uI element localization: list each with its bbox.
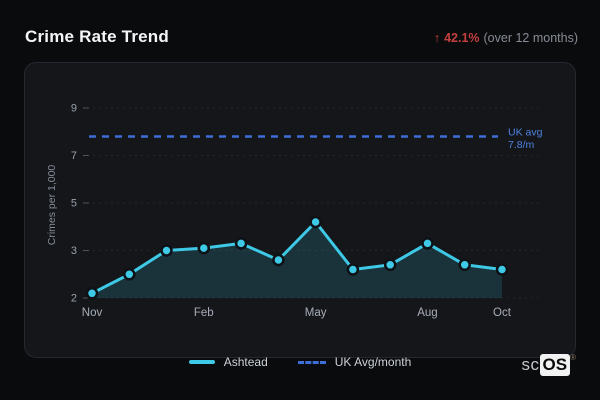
svg-text:3: 3: [71, 245, 77, 257]
scos-logo: sc OS ®: [521, 352, 576, 376]
legend-item-uk-avg[interactable]: UK Avg/month: [297, 355, 412, 369]
trend-stat: ↑ 42.1% (over 12 months): [434, 31, 578, 45]
page-title: Crime Rate Trend: [25, 27, 169, 46]
trend-up-arrow-icon: ↑: [433, 31, 441, 45]
svg-text:UK avg7.8/m: UK avg 7.8/m: [508, 127, 543, 152]
trend-value: 42.1%: [444, 31, 480, 45]
trend-caption: (over 12 months): [483, 31, 578, 45]
svg-text:Oct: Oct: [493, 307, 512, 319]
legend-label: Ashtead: [223, 355, 268, 369]
legend-item-ashtead[interactable]: Ashtead: [188, 355, 268, 369]
logo-prefix-text: sc: [521, 355, 540, 374]
trend-chart-svg[interactable]: 2 3 5 7 9 Nov Feb May Aug Oct Crimes per 1,000 UK a…: [25, 63, 577, 359]
svg-text:9: 9: [71, 103, 77, 115]
svg-text:5: 5: [71, 198, 77, 210]
legend-label: UK Avg/month: [334, 355, 412, 369]
registered-mark-icon: ®: [570, 352, 576, 362]
svg-text:Aug: Aug: [417, 307, 437, 319]
chart-legend: Ashtead UK Avg/month: [0, 355, 600, 369]
logo-box-text: OS: [539, 354, 571, 376]
dashed-line-swatch-icon: [297, 360, 326, 364]
crime-trend-chart-card: 2 3 5 7 9 Nov Feb May Aug Oct Crimes per 1,000 UK a…: [24, 62, 576, 358]
solid-line-swatch-icon: [188, 360, 215, 364]
svg-text:May: May: [305, 307, 327, 319]
svg-text:Nov: Nov: [82, 307, 103, 319]
svg-text:7: 7: [71, 150, 77, 162]
svg-text:Feb: Feb: [194, 307, 214, 319]
svg-text:Crimes per 1,000: Crimes per 1,000: [46, 165, 58, 246]
svg-text:2: 2: [71, 293, 77, 305]
